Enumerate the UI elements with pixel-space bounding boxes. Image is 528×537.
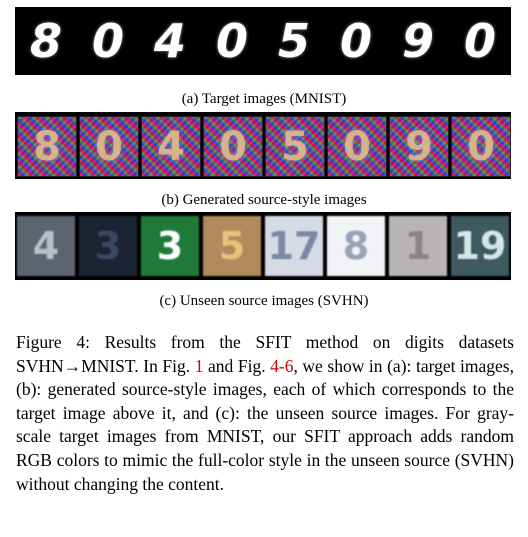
svhn-digit-image: 1	[389, 216, 447, 276]
mnist-digit-image: 9	[401, 14, 434, 68]
mnist-digit-image: 0	[215, 14, 248, 68]
svhn-digit-image: 3	[79, 216, 137, 276]
generated-digit-image: 5	[265, 116, 325, 177]
generated-source-strip: 80405090	[15, 112, 511, 179]
svhn-digit-image: 3	[141, 216, 199, 276]
generated-digit-image: 8	[17, 116, 77, 177]
mnist-digit-image: 0	[339, 14, 372, 68]
generated-digit-image: 0	[203, 116, 263, 177]
caption-c: (c) Unseen source images (SVHN)	[159, 293, 369, 309]
figure-caption-text: and Fig.	[203, 355, 271, 376]
figure-ref-link[interactable]: 4-6	[270, 356, 293, 376]
svhn-digit-image: 5	[203, 216, 261, 276]
caption-a: (a) Target images (MNIST)	[181, 91, 347, 107]
mnist-digit-image: 8	[29, 14, 62, 68]
generated-digit-image: 9	[389, 116, 449, 177]
mnist-target-strip: 80405090	[15, 7, 511, 75]
generated-digit-image: 4	[141, 116, 201, 177]
svhn-digit-image: 19	[451, 216, 509, 276]
figure-caption: Figure 4: Results from the SFIT method o…	[16, 331, 514, 496]
mnist-digit-image: 0	[91, 14, 124, 68]
generated-digit-image: 0	[79, 116, 139, 177]
caption-b: (b) Generated source-style images	[161, 192, 367, 208]
svhn-source-strip: 4 3 3 5 17 8 1 19	[15, 212, 511, 280]
mnist-digit-image: 4	[153, 14, 186, 68]
svhn-digit-image: 4	[17, 216, 75, 276]
svhn-digit-image: 17	[265, 216, 323, 276]
generated-digit-image: 0	[327, 116, 387, 177]
generated-digit-image: 0	[451, 116, 511, 177]
mnist-digit-image: 5	[277, 14, 310, 68]
mnist-digit-image: 0	[463, 14, 496, 68]
figure-caption-text: , we show in (a): target images, (b): ge…	[16, 355, 514, 494]
svhn-digit-image: 8	[327, 216, 385, 276]
